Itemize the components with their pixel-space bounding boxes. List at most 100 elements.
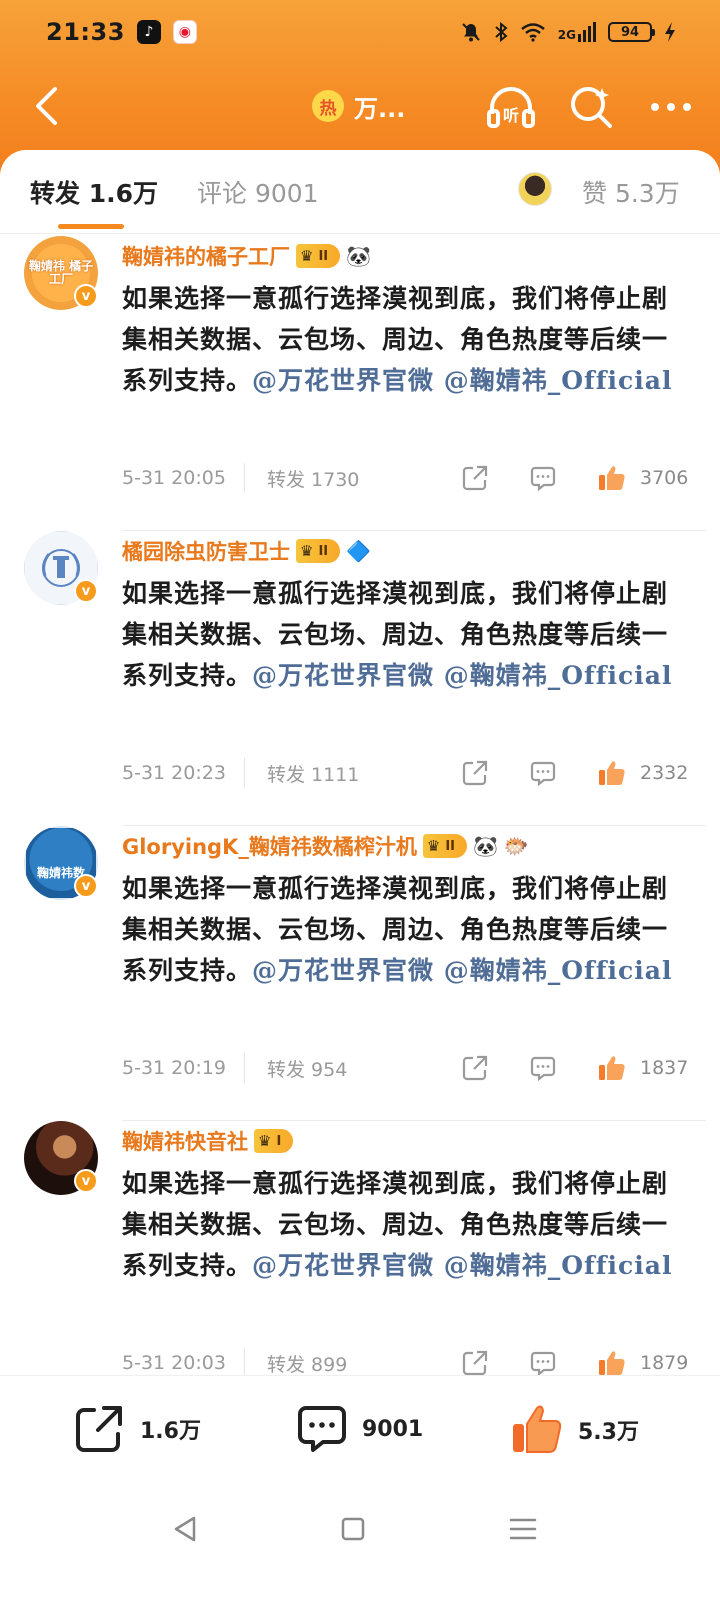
mention-link[interactable]: @万花世界官微: [252, 661, 434, 690]
listen-button[interactable]: 听: [486, 82, 536, 132]
comment-button[interactable]: [528, 463, 558, 493]
like-button[interactable]: [596, 1348, 628, 1375]
repost-list: 鞠婧祎 橘子工厂 v 鞠婧祎的橘子工厂 ♛ II 🐼 如果选择一意孤行选择漠视到底…: [0, 236, 720, 1375]
tab-indicator: [58, 224, 124, 229]
list-item: 鞠婧祎数 v GloryingK_鞠婧祎数橘榨汁机 ♛ II 🐼 🐡 如果选择一意…: [0, 826, 720, 1121]
mention-link[interactable]: @鞠婧祎_Official: [444, 661, 673, 690]
shield-badge-icon: 🔷: [346, 539, 372, 563]
like-total: 5.3万: [578, 1420, 639, 1445]
tab-likes[interactable]: 赞 5.3万: [582, 174, 680, 210]
username[interactable]: 鞠婧祎快音社: [122, 1126, 248, 1156]
signal-icon: 2G: [558, 22, 596, 42]
network-type: 2G: [557, 28, 576, 42]
crown-icon: ♛: [300, 247, 314, 265]
fish-badge-icon: 🐡: [503, 834, 529, 858]
mention-link[interactable]: @鞠婧祎_Official: [444, 366, 673, 395]
post-text: 如果选择一意孤行选择漠视到底，我们将停止剧集相关数据、云包场、周边、角色热度等后…: [122, 1163, 682, 1286]
system-home-button[interactable]: [333, 1509, 373, 1549]
tab-repost[interactable]: 转发 1.6万: [30, 174, 158, 210]
nav-bar: 热 万... 听: [0, 68, 720, 144]
comment-button[interactable]: [528, 1053, 558, 1083]
vip-level: II: [445, 838, 456, 854]
mention-link[interactable]: @万花世界官微: [252, 366, 434, 395]
divider: [244, 758, 245, 788]
post-header: GloryingK_鞠婧祎数橘榨汁机 ♛ II 🐼 🐡: [122, 828, 529, 864]
system-menu-button[interactable]: [503, 1509, 543, 1549]
bottom-action-bar: 1.6万 9001 5.3万: [0, 1375, 720, 1481]
post-date: 5-31 20:23: [122, 762, 226, 784]
like-button[interactable]: [596, 758, 628, 788]
username[interactable]: 鞠婧祎的橘子工厂: [122, 241, 290, 271]
divider: [244, 463, 245, 493]
more-button[interactable]: [646, 82, 696, 132]
vip-badge: ♛ II: [296, 244, 341, 268]
repost-count: 转发 954: [267, 1058, 348, 1081]
like-button[interactable]: [596, 463, 628, 493]
post-header: 鞠婧祎快音社 ♛ I: [122, 1123, 294, 1159]
divider: [244, 1348, 245, 1375]
share-button[interactable]: [460, 1348, 490, 1375]
share-icon: [462, 465, 488, 491]
mention-link[interactable]: @鞠婧祎_Official: [444, 956, 673, 985]
battery-indicator: 94: [608, 22, 655, 42]
tab-comment[interactable]: 评论 9001: [197, 174, 319, 210]
username[interactable]: 橘园除虫防害卫士: [122, 536, 290, 566]
comment-button[interactable]: [528, 758, 558, 788]
vip-badge: ♛ II: [422, 834, 468, 858]
crown-icon: ♛: [426, 837, 441, 855]
system-back-button[interactable]: [165, 1509, 205, 1549]
mention-link[interactable]: @万花世界官微: [252, 956, 434, 985]
panda-badge-icon: 🐼: [473, 834, 498, 858]
comment-total: 9001: [362, 1416, 424, 1442]
status-bar: 21:33 ♪ ◉ 2G 94: [0, 0, 720, 64]
post-actions: 3706: [460, 463, 688, 493]
vip-level: II: [318, 543, 329, 559]
mention-link[interactable]: @万花世界官微: [252, 1251, 434, 1280]
mention-link[interactable]: @鞠婧祎_Official: [444, 1251, 673, 1280]
like-button[interactable]: [596, 1053, 628, 1083]
divider: [244, 1053, 245, 1083]
crown-icon: ♛: [300, 542, 314, 560]
verified-icon: v: [74, 1169, 98, 1193]
hot-badge: 热: [312, 90, 344, 122]
post-actions: 1837: [460, 1053, 688, 1083]
like-count: 3706: [640, 467, 689, 489]
topic-title-text: 万...: [354, 94, 406, 123]
share-icon: [462, 1055, 488, 1081]
vip-level: I: [276, 1133, 282, 1149]
repost-count: 转发 899: [267, 1353, 348, 1376]
post-text: 如果选择一意孤行选择漠视到底，我们将停止剧集相关数据、云包场、周边、角色热度等后…: [122, 278, 682, 401]
share-button[interactable]: [460, 463, 490, 493]
post-meta: 5-31 20:23 转发 1111 2332: [122, 753, 688, 793]
vip-badge: ♛ II: [296, 539, 341, 563]
post-meta: 5-31 20:19 转发 954 1837: [122, 1048, 688, 1088]
vip-level: II: [318, 248, 329, 264]
search-button[interactable]: [566, 82, 616, 132]
repost-total: 1.6万: [140, 1419, 201, 1444]
post-meta: 5-31 20:03 转发 899 1879: [122, 1343, 688, 1375]
crown-icon: ♛: [258, 1132, 272, 1150]
charging-icon: [665, 22, 675, 42]
share-button[interactable]: [460, 1053, 490, 1083]
username[interactable]: GloryingK_鞠婧祎数橘榨汁机: [122, 831, 417, 861]
thumbs-up-icon: [599, 761, 625, 785]
repost-action-button[interactable]: 1.6万: [74, 1404, 201, 1454]
list-item: v 橘园除虫防害卫士 ♛ II 🔷 如果选择一意孤行选择漠视到底，我们将停止剧集相…: [0, 531, 720, 826]
share-button[interactable]: [460, 758, 490, 788]
comment-button[interactable]: [528, 1348, 558, 1375]
comment-action-button[interactable]: 9001: [296, 1404, 423, 1454]
like-action-button[interactable]: 5.3万: [510, 1404, 639, 1456]
bluetooth-icon: [495, 21, 508, 43]
nav-actions: 听: [486, 82, 696, 132]
share-icon: [462, 1350, 488, 1375]
thumbs-up-icon: [599, 1056, 625, 1080]
topic-title[interactable]: 热 万...: [312, 88, 405, 124]
status-time: 21:33: [46, 18, 125, 46]
back-button[interactable]: [24, 84, 68, 128]
comment-icon: [530, 1351, 556, 1375]
post-date: 5-31 20:05: [122, 467, 226, 489]
tab-bar: 转发 1.6万 评论 9001 赞 5.3万: [0, 150, 720, 234]
post-meta: 5-31 20:05 转发 1730 3706: [122, 458, 688, 498]
post-text: 如果选择一意孤行选择漠视到底，我们将停止剧集相关数据、云包场、周边、角色热度等后…: [122, 573, 682, 696]
comment-icon: [530, 466, 556, 492]
